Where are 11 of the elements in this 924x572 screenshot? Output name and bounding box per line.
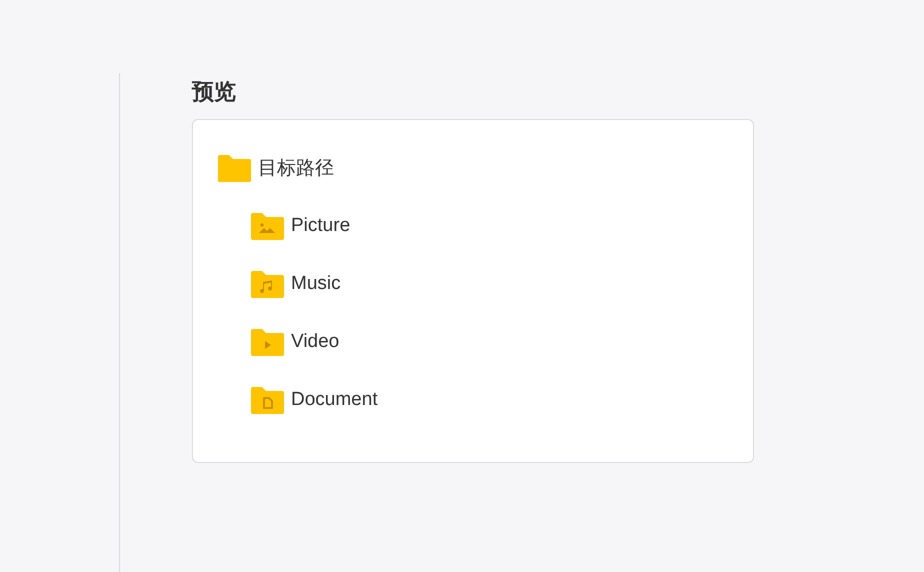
folder-name: 目标路径	[258, 157, 334, 181]
picture-folder-icon	[251, 212, 284, 240]
folder-name: Video	[291, 331, 340, 353]
video-folder-icon	[251, 328, 284, 356]
folder-name: Music	[291, 273, 341, 295]
folder-name: Document	[291, 389, 378, 411]
folder-name: Picture	[291, 215, 350, 237]
folder-icon	[218, 154, 251, 182]
music-folder-icon	[251, 270, 284, 298]
document-folder-icon	[251, 386, 284, 414]
section-title: 预览	[192, 78, 236, 106]
